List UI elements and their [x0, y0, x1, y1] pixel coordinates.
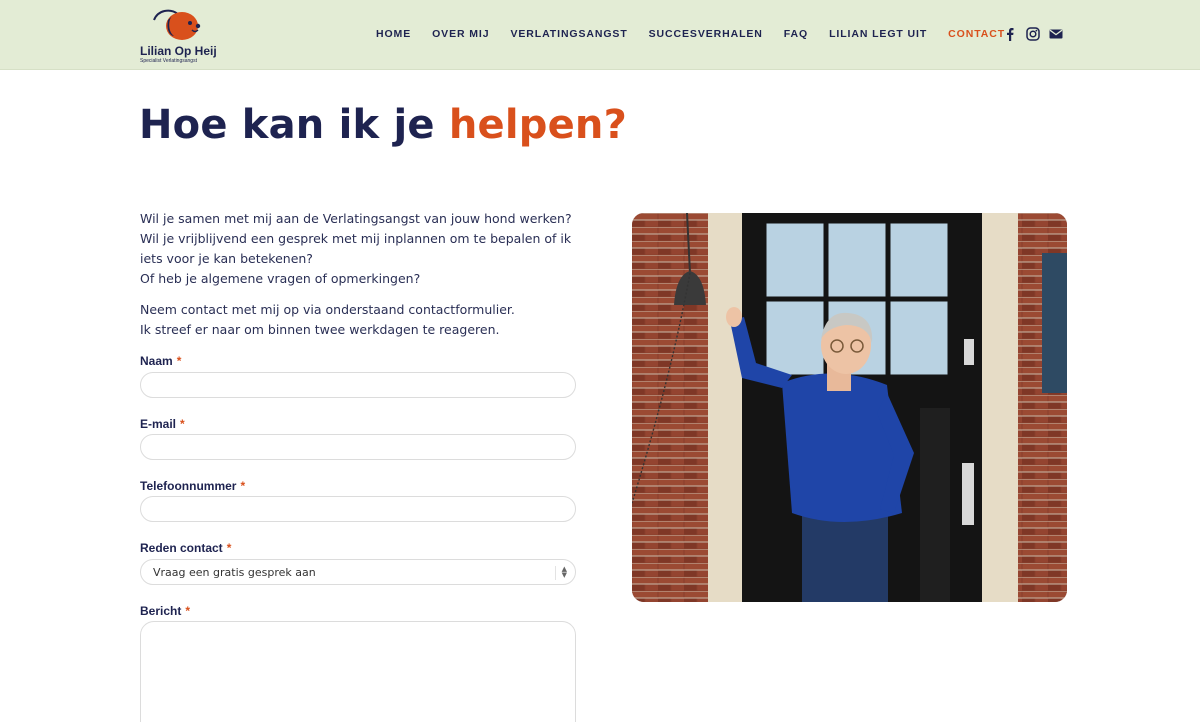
site-header: Lilian Op Heij Specialist Verlatingsangs… — [0, 0, 1200, 70]
phone-field[interactable] — [140, 496, 576, 522]
nav-succesverhalen[interactable]: SUCCESVERHALEN — [649, 28, 763, 40]
facebook-icon[interactable] — [1003, 26, 1017, 41]
name-field[interactable] — [140, 372, 576, 398]
nav-lilian-legt-uit[interactable]: LILIAN LEGT UIT — [829, 28, 927, 40]
reason-selected-value: Vraag een gratis gesprek aan — [153, 565, 316, 579]
message-textarea[interactable] — [140, 621, 576, 722]
intro-line: iets voor je kan betekenen? — [140, 251, 313, 266]
email-field[interactable] — [140, 434, 576, 460]
reason-label: Reden contact * — [140, 541, 232, 555]
logo-tagline: Specialist Verlatingsangst — [140, 58, 197, 64]
intro-line: Of heb je algemene vragen of opmerkingen… — [140, 271, 421, 286]
portrait-photo — [632, 213, 1067, 602]
intro-line: Wil je vrijblijvend een gesprek met mij … — [140, 231, 572, 246]
dog-logo-icon — [153, 9, 201, 40]
nav-faq[interactable]: FAQ — [784, 28, 808, 40]
social-links — [1003, 26, 1063, 41]
intro-line: Wil je samen met mij aan de Verlatingsan… — [140, 211, 572, 226]
nav-contact[interactable]: CONTACT — [948, 28, 1005, 40]
select-arrows-icon: ▲ ▼ — [555, 566, 567, 580]
nav-verlatingsangst[interactable]: VERLATINGSANGST — [511, 28, 628, 40]
name-label: Naam * — [140, 354, 182, 368]
intro-paragraph-2: Neem contact met mij op via onderstaand … — [140, 300, 580, 340]
logo[interactable]: Lilian Op Heij Specialist Verlatingsangs… — [140, 6, 220, 66]
intro-line: Ik streef er naar om binnen twee werkdag… — [140, 322, 500, 337]
email-label: E-mail * — [140, 417, 185, 431]
intro-paragraph-1: Wil je samen met mij aan de Verlatingsan… — [140, 209, 580, 289]
photo-illustration — [632, 213, 1067, 602]
title-main: Hoe kan ik je — [139, 102, 435, 148]
page-title: Hoe kan ik je helpen? — [139, 102, 627, 148]
main-nav: HOME OVER MIJ VERLATINGSANGST SUCCESVERH… — [376, 28, 1026, 40]
reason-select[interactable]: Vraag een gratis gesprek aan ▲ ▼ — [140, 559, 576, 585]
phone-label: Telefoonnummer * — [140, 479, 246, 493]
nav-home[interactable]: HOME — [376, 28, 411, 40]
title-accent: helpen? — [448, 102, 627, 148]
instagram-icon[interactable] — [1026, 26, 1040, 41]
message-label: Bericht * — [140, 604, 191, 618]
nav-over-mij[interactable]: OVER MIJ — [432, 28, 489, 40]
intro-text: Wil je samen met mij aan de Verlatingsan… — [140, 209, 580, 351]
mail-icon[interactable] — [1049, 26, 1063, 40]
logo-name: Lilian Op Heij — [140, 44, 217, 58]
intro-line: Neem contact met mij op via onderstaand … — [140, 302, 515, 317]
